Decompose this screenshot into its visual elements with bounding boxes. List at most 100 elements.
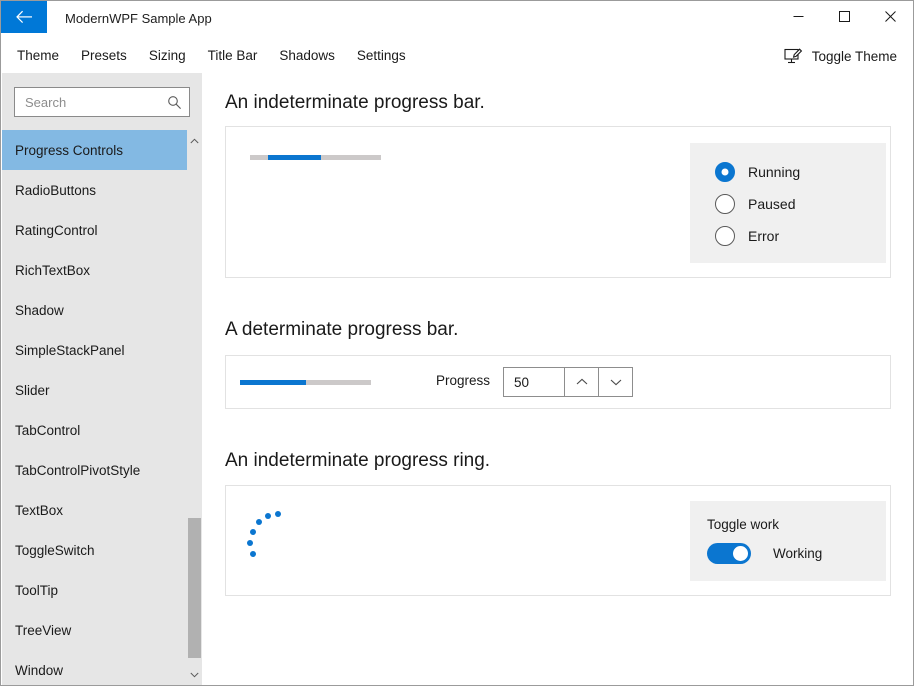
radio-error[interactable]: Error xyxy=(715,226,779,246)
section-indeterminate-bar-title: An indeterminate progress bar. xyxy=(225,92,485,114)
radio-indicator xyxy=(715,226,735,246)
section-title: A determinate progress bar. xyxy=(225,319,458,341)
titlebar-spacer xyxy=(212,1,775,37)
maximize-button[interactable] xyxy=(821,1,867,32)
toggle-theme-button[interactable]: Toggle Theme xyxy=(780,44,901,69)
sidebar-item-radiobuttons[interactable]: RadioButtons xyxy=(2,170,187,210)
sidebar-item-ratingcontrol[interactable]: RatingControl xyxy=(2,210,187,250)
progress-stepper[interactable] xyxy=(503,367,633,397)
toggle-work-switch[interactable] xyxy=(707,543,751,564)
close-icon xyxy=(885,11,896,22)
ring-dot xyxy=(247,540,253,546)
sidebar-item-progress-controls[interactable]: Progress Controls xyxy=(2,130,187,170)
ring-dot xyxy=(250,551,256,557)
radio-paused[interactable]: Paused xyxy=(715,194,795,214)
sidebar-item-label: RadioButtons xyxy=(15,183,96,198)
menu-bar: Theme Presets Sizing Title Bar Shadows S… xyxy=(1,37,913,73)
sidebar-item-tabcontrolpivotstyle[interactable]: TabControlPivotStyle xyxy=(2,450,187,490)
search-icon xyxy=(167,95,182,110)
scrollbar-thumb[interactable] xyxy=(188,518,201,658)
page-title: An indeterminate progress bar. xyxy=(225,92,485,114)
sidebar-item-label: Shadow xyxy=(15,303,64,318)
radio-group-panel: Running Paused Error xyxy=(690,143,886,263)
sidebar-item-toggleswitch[interactable]: ToggleSwitch xyxy=(2,530,187,570)
stepper-decrement-button[interactable] xyxy=(598,368,632,396)
sidebar-scrollbar[interactable] xyxy=(187,130,202,686)
stepper-increment-button[interactable] xyxy=(564,368,598,396)
sidebar-item-label: RatingControl xyxy=(15,223,98,238)
sidebar-item-simplestackpanel[interactable]: SimpleStackPanel xyxy=(2,330,187,370)
sidebar-item-treeview[interactable]: TreeView xyxy=(2,610,187,650)
sidebar-item-label: TabControlPivotStyle xyxy=(15,463,140,478)
scroll-down-button[interactable] xyxy=(187,666,202,683)
radio-indicator xyxy=(715,194,735,214)
progress-value-input[interactable] xyxy=(504,368,564,396)
sidebar-item-label: TabControl xyxy=(15,423,80,438)
back-arrow-icon xyxy=(16,10,33,24)
scroll-up-button[interactable] xyxy=(187,132,202,149)
indeterminate-progressbar-track xyxy=(250,155,381,160)
sidebar-item-richtextbox[interactable]: RichTextBox xyxy=(2,250,187,290)
menu-item-theme[interactable]: Theme xyxy=(6,43,70,68)
menu-item-shadows[interactable]: Shadows xyxy=(268,43,346,68)
title-bar: ModernWPF Sample App xyxy=(1,1,913,37)
section-progress-ring-title: An indeterminate progress ring. xyxy=(225,450,490,472)
card-determinate-bar: Progress xyxy=(225,355,891,409)
sidebar-item-label: TextBox xyxy=(15,503,63,518)
radio-label: Running xyxy=(748,164,800,180)
sidebar-item-textbox[interactable]: TextBox xyxy=(2,490,187,530)
app-window: ModernWPF Sample App Theme Presets xyxy=(0,0,914,686)
toggle-work-panel: Toggle work Working xyxy=(690,501,886,581)
toggle-work-row: Working xyxy=(707,543,822,564)
sidebar-item-shadow[interactable]: Shadow xyxy=(2,290,187,330)
search-wrapper xyxy=(14,87,190,117)
search-box[interactable] xyxy=(14,87,190,117)
radio-label: Error xyxy=(748,228,779,244)
ring-dot xyxy=(256,519,262,525)
content-area: An indeterminate progress bar. Running P… xyxy=(202,73,913,686)
menu-item-settings[interactable]: Settings xyxy=(346,43,417,68)
close-button[interactable] xyxy=(867,1,913,32)
toggle-work-title: Toggle work xyxy=(707,517,779,532)
sidebar-item-slider[interactable]: Slider xyxy=(2,370,187,410)
chevron-down-icon xyxy=(610,378,622,386)
sidebar-item-label: TreeView xyxy=(15,623,71,638)
sidebar-item-tabcontrol[interactable]: TabControl xyxy=(2,410,187,450)
sidebar: Progress Controls RadioButtons RatingCon… xyxy=(2,73,202,686)
toggle-work-caption: Working xyxy=(773,546,822,561)
chevron-up-icon xyxy=(190,138,199,144)
ring-dot xyxy=(250,529,256,535)
toggle-theme-label: Toggle Theme xyxy=(812,49,897,64)
sidebar-item-label: SimpleStackPanel xyxy=(15,343,125,358)
card-indeterminate-bar: Running Paused Error xyxy=(225,126,891,278)
radio-indicator xyxy=(715,162,735,182)
menu-item-title-bar[interactable]: Title Bar xyxy=(197,43,269,68)
maximize-icon xyxy=(839,11,850,22)
sidebar-nav-list: Progress Controls RadioButtons RatingCon… xyxy=(2,130,187,686)
section-title: An indeterminate progress ring. xyxy=(225,450,490,472)
sidebar-item-label: ToggleSwitch xyxy=(15,543,95,558)
minimize-button[interactable] xyxy=(775,1,821,32)
sidebar-item-window[interactable]: Window xyxy=(2,650,187,686)
sidebar-item-label: Slider xyxy=(15,383,50,398)
app-title: ModernWPF Sample App xyxy=(47,1,212,35)
window-controls xyxy=(775,1,913,35)
indeterminate-progressbar-fill xyxy=(268,155,321,160)
theme-edit-icon xyxy=(784,47,803,66)
menu-item-presets[interactable]: Presets xyxy=(70,43,138,68)
determinate-progressbar-track xyxy=(240,380,371,385)
radio-running[interactable]: Running xyxy=(715,162,800,182)
minimize-icon xyxy=(793,11,804,22)
chevron-up-icon xyxy=(576,378,588,386)
menu-item-sizing[interactable]: Sizing xyxy=(138,43,197,68)
search-input[interactable] xyxy=(25,95,167,110)
back-button[interactable] xyxy=(1,1,47,33)
progress-label: Progress xyxy=(436,373,490,388)
sidebar-item-tooltip[interactable]: ToolTip xyxy=(2,570,187,610)
chevron-down-icon xyxy=(190,672,199,678)
sidebar-item-label: RichTextBox xyxy=(15,263,90,278)
ring-dot xyxy=(275,511,281,517)
card-progress-ring: Toggle work Working xyxy=(225,485,891,596)
sidebar-item-label: Window xyxy=(15,663,63,678)
determinate-progressbar-fill xyxy=(240,380,306,385)
